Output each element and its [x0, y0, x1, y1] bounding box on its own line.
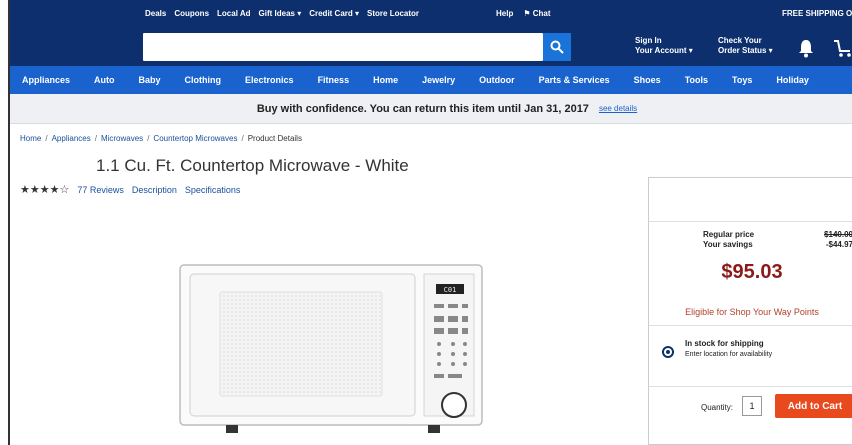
help-link[interactable]: Help [496, 9, 513, 18]
your-account-label: Your Account ▾ [635, 46, 693, 55]
add-to-cart-button[interactable]: Add to Cart [775, 394, 852, 418]
utility-link-gift-ideas[interactable]: Gift Ideas ▾ [259, 9, 302, 18]
price-breakdown: Regular price $140.00 Your savings -$44.… [703, 230, 852, 250]
rating-row: ★★★★☆ 77 Reviews Description Specificati… [20, 183, 240, 196]
breadcrumb-separator: / [45, 134, 48, 143]
nav-item-home[interactable]: Home [361, 75, 410, 85]
sale-price: $95.03 [721, 261, 783, 283]
breadcrumb-microwaves[interactable]: Microwaves [101, 134, 143, 143]
browser-viewport: Deals Coupons Local Ad Gift Ideas ▾ Cred… [8, 0, 852, 445]
breadcrumb-current: Product Details [247, 134, 302, 143]
utility-links: Deals Coupons Local Ad Gift Ideas ▾ Cred… [145, 9, 419, 18]
chat-label: Chat [532, 9, 551, 18]
regular-price-value: $140.00 [824, 230, 852, 239]
help-chat-group: Help ⚑ Chat [496, 9, 551, 18]
nav-item-auto[interactable]: Auto [82, 75, 127, 85]
savings-label: Your savings [703, 240, 753, 249]
shop-your-way-points: Eligible for Shop Your Way Points [685, 307, 819, 317]
account-menu[interactable]: Sign In Your Account ▾ [635, 36, 693, 56]
utility-bar: Deals Coupons Local Ad Gift Ideas ▾ Cred… [10, 0, 852, 30]
sign-in-label: Sign In [635, 36, 662, 45]
cart-icon[interactable] [832, 38, 852, 58]
nav-item-holiday[interactable]: Holiday [764, 75, 821, 85]
search-button[interactable] [543, 33, 571, 61]
breadcrumb-separator: / [147, 134, 150, 143]
nav-item-parts-services[interactable]: Parts & Services [527, 75, 622, 85]
savings-value: -$44.97 [825, 240, 852, 249]
product-image[interactable]: C01 [178, 262, 488, 445]
nav-item-appliances[interactable]: Appliances [10, 75, 82, 85]
see-details-link[interactable]: see details [599, 104, 637, 113]
utility-link-coupons[interactable]: Coupons [174, 9, 209, 18]
in-stock-label: In stock for shipping [685, 339, 764, 348]
breadcrumb-home[interactable]: Home [20, 134, 41, 143]
nav-item-clothing[interactable]: Clothing [173, 75, 234, 85]
nav-item-shoes[interactable]: Shoes [622, 75, 673, 85]
microwave-display-text: C01 [444, 286, 457, 294]
order-status-link[interactable]: Check Your Order Status ▾ [718, 36, 773, 56]
utility-link-credit-card[interactable]: Credit Card ▾ [309, 9, 359, 18]
star-rating: ★★★★☆ [20, 184, 70, 196]
check-order-label: Check Your [718, 36, 762, 45]
breadcrumb-separator: / [241, 134, 244, 143]
shipping-radio[interactable] [662, 346, 674, 358]
search-input[interactable] [143, 33, 543, 61]
nav-item-toys[interactable]: Toys [720, 75, 764, 85]
breadcrumb: Home / Appliances / Microwaves / Counter… [20, 134, 302, 143]
product-title: 1.1 Cu. Ft. Countertop Microwave - White [96, 156, 409, 175]
shipping-option[interactable]: In stock for shipping Enter location for… [649, 325, 852, 387]
chat-link[interactable]: ⚑ Chat [523, 9, 550, 18]
free-shipping-banner[interactable]: FREE SHIPPING O [782, 9, 852, 18]
nav-item-outdoor[interactable]: Outdoor [467, 75, 527, 85]
quantity-label: Quantity: [701, 403, 734, 412]
search-row: Sign In Your Account ▾ Check Your Order … [10, 30, 852, 66]
breadcrumb-appliances[interactable]: Appliances [52, 134, 91, 143]
regular-price-label: Regular price [703, 230, 755, 239]
bell-icon[interactable] [796, 37, 816, 59]
breadcrumb-separator: / [94, 134, 97, 143]
category-nav: Appliances Auto Baby Clothing Electronic… [10, 66, 852, 94]
chat-icon: ⚑ [523, 9, 531, 18]
buy-box-header [649, 178, 852, 222]
utility-link-local-ad[interactable]: Local Ad [217, 9, 250, 18]
nav-item-tools[interactable]: Tools [673, 75, 720, 85]
nav-item-jewelry[interactable]: Jewelry [410, 75, 467, 85]
description-link[interactable]: Description [132, 185, 177, 195]
enter-location-text: Enter location for availability [685, 351, 773, 358]
nav-item-fitness[interactable]: Fitness [306, 75, 362, 85]
reviews-link[interactable]: 77 Reviews [77, 185, 124, 195]
nav-item-baby[interactable]: Baby [127, 75, 173, 85]
utility-link-store-locator[interactable]: Store Locator [367, 9, 419, 18]
order-status-label: Order Status ▾ [718, 46, 773, 55]
return-notice: Buy with confidence. You can return this… [10, 94, 852, 124]
breadcrumb-countertop-microwaves[interactable]: Countertop Microwaves [153, 134, 237, 143]
buy-box: Regular price $140.00 Your savings -$44.… [648, 177, 852, 445]
specifications-link[interactable]: Specifications [185, 185, 241, 195]
return-notice-text: Buy with confidence. You can return this… [256, 102, 589, 115]
nav-item-electronics[interactable]: Electronics [233, 75, 306, 85]
quantity-input[interactable]: 1 [742, 396, 762, 416]
search-icon [550, 40, 564, 54]
utility-link-deals[interactable]: Deals [145, 9, 166, 18]
